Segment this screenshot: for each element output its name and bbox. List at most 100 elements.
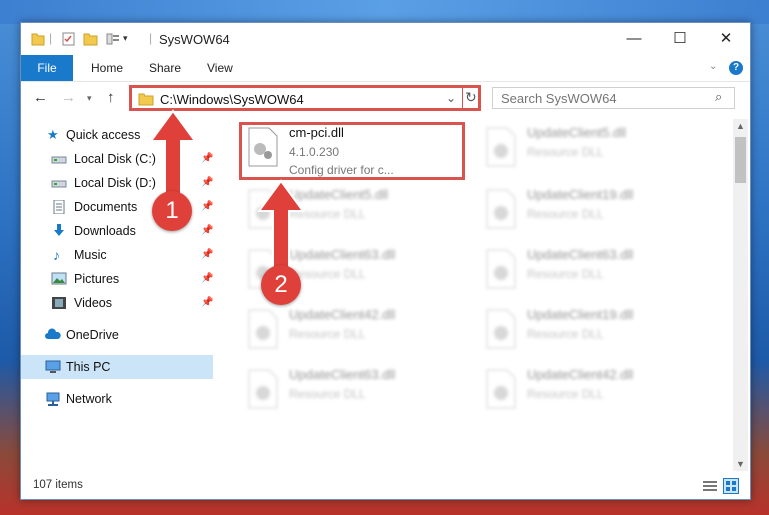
address-bar[interactable]: C:\Windows\SysWOW64 ⌄ ↻ bbox=[129, 85, 481, 111]
recent-locations-icon[interactable]: ▾ bbox=[87, 93, 92, 104]
sidebar-item-label: Documents bbox=[74, 200, 138, 214]
file-item[interactable]: UpdateClient42.dll Resource DLL bbox=[241, 305, 469, 361]
folder-icon bbox=[138, 93, 154, 106]
chevron-down-icon[interactable]: ▾ bbox=[123, 33, 128, 49]
file-item[interactable]: UpdateClient63.dll Resource DLL bbox=[241, 365, 469, 421]
cloud-icon bbox=[45, 328, 61, 339]
sidebar-item-label: Local Disk (D:) bbox=[74, 176, 156, 190]
highlight-box bbox=[239, 122, 465, 180]
sidebar-item-label: Downloads bbox=[74, 224, 136, 238]
back-arrow-icon[interactable]: ← bbox=[33, 89, 48, 106]
sidebar-item-label: Videos bbox=[74, 296, 112, 310]
file-type: Resource DLL bbox=[289, 327, 366, 341]
pictures-icon bbox=[51, 272, 67, 285]
file-item[interactable]: UpdateClient5.dll Resource DLL bbox=[479, 123, 707, 179]
video-icon bbox=[52, 297, 66, 309]
dll-file-icon bbox=[486, 369, 516, 409]
navigation-bar: ← → ▾ ↑ C:\Windows\SysWOW64 ⌄ ↻ ⌕ bbox=[21, 82, 750, 116]
sidebar-item-videos[interactable]: Videos 📌 bbox=[21, 291, 213, 315]
search-input[interactable] bbox=[492, 87, 735, 109]
separator: | bbox=[149, 31, 153, 45]
details-view-icon[interactable] bbox=[703, 480, 717, 492]
sidebar-item-label: OneDrive bbox=[66, 328, 119, 342]
step-marker-2: 2 bbox=[261, 265, 301, 305]
sidebar-item-label: Music bbox=[74, 248, 107, 262]
explorer-window: | ▾ | SysWOW64 — ☐ ✕ File Home Share Vie… bbox=[20, 22, 751, 500]
pin-icon[interactable]: 📌 bbox=[201, 171, 213, 195]
properties-icon[interactable] bbox=[61, 31, 77, 47]
file-item[interactable]: UpdateClient42.dll Resource DLL bbox=[479, 365, 707, 421]
dll-file-icon bbox=[486, 127, 516, 167]
sidebar-item-label: This PC bbox=[66, 360, 111, 374]
scroll-down-icon[interactable]: ▼ bbox=[736, 459, 745, 469]
download-icon bbox=[54, 224, 64, 236]
refresh-icon[interactable]: ↻ bbox=[465, 89, 477, 106]
file-name: UpdateClient42.dll bbox=[289, 307, 396, 322]
pin-icon[interactable]: 📌 bbox=[201, 291, 213, 315]
dll-file-icon bbox=[486, 189, 516, 229]
pin-icon[interactable]: 📌 bbox=[201, 147, 213, 171]
tab-file[interactable]: File bbox=[21, 55, 73, 81]
dll-file-icon bbox=[248, 369, 278, 409]
sidebar-item-label: Pictures bbox=[74, 272, 120, 286]
help-icon[interactable]: ? bbox=[729, 61, 743, 75]
vertical-scrollbar[interactable]: ▲ ▼ bbox=[733, 119, 748, 471]
large-icons-view-icon[interactable] bbox=[723, 478, 739, 494]
window-title: SysWOW64 bbox=[159, 32, 230, 47]
document-icon bbox=[53, 200, 65, 214]
computer-icon bbox=[45, 360, 61, 373]
search-icon[interactable]: ⌕ bbox=[715, 89, 722, 105]
file-name: UpdateClient42.dll bbox=[527, 367, 634, 382]
expand-ribbon-icon[interactable]: ⌄ bbox=[709, 61, 717, 72]
minimize-button[interactable]: — bbox=[611, 23, 657, 55]
customize-toolbar-icon[interactable] bbox=[105, 31, 121, 47]
title-bar: | ▾ | SysWOW64 — ☐ ✕ bbox=[21, 23, 750, 55]
step-marker-1: 1 bbox=[152, 191, 192, 231]
file-type: Resource DLL bbox=[527, 267, 604, 281]
network-icon bbox=[46, 392, 60, 406]
status-bar: 107 items bbox=[21, 473, 750, 499]
file-item[interactable]: UpdateClient19.dll Resource DLL bbox=[479, 185, 707, 241]
address-path: C:\Windows\SysWOW64 bbox=[160, 92, 304, 107]
file-name: UpdateClient19.dll bbox=[527, 187, 634, 202]
ribbon-tabs: File Home Share View ⌄ ? bbox=[21, 55, 750, 82]
sidebar-item-label: Local Disk (C:) bbox=[74, 152, 156, 166]
tab-view[interactable]: View bbox=[207, 55, 233, 81]
chevron-down-icon[interactable]: ⌄ bbox=[446, 91, 456, 105]
file-type: Resource DLL bbox=[527, 145, 604, 159]
forward-arrow-icon[interactable]: → bbox=[61, 89, 76, 106]
dll-file-icon bbox=[486, 309, 516, 349]
maximize-button[interactable]: ☐ bbox=[657, 23, 703, 55]
pin-icon[interactable]: 📌 bbox=[201, 243, 213, 267]
star-icon: ★ bbox=[47, 127, 59, 142]
desktop-background bbox=[0, 0, 769, 24]
pin-icon[interactable]: 📌 bbox=[201, 195, 213, 219]
up-arrow-icon[interactable]: ↑ bbox=[107, 89, 115, 106]
drive-icon bbox=[51, 180, 67, 188]
item-count: 107 items bbox=[33, 479, 83, 491]
new-folder-icon[interactable] bbox=[83, 31, 99, 47]
pin-icon[interactable]: 📌 bbox=[201, 267, 213, 291]
music-icon: ♪ bbox=[53, 247, 60, 263]
file-name: UpdateClient5.dll bbox=[527, 125, 627, 140]
dll-file-icon bbox=[248, 309, 278, 349]
separator bbox=[462, 87, 463, 109]
file-item[interactable]: UpdateClient19.dll Resource DLL bbox=[479, 305, 707, 361]
sidebar-item-this-pc[interactable]: This PC bbox=[21, 355, 213, 379]
tab-share[interactable]: Share bbox=[149, 55, 181, 81]
sidebar-item-network[interactable]: Network bbox=[21, 387, 213, 411]
separator: | bbox=[49, 31, 53, 45]
file-type: Resource DLL bbox=[527, 387, 604, 401]
scroll-up-icon[interactable]: ▲ bbox=[736, 121, 745, 131]
sidebar-item-onedrive[interactable]: OneDrive bbox=[21, 323, 213, 347]
sidebar-item-pictures[interactable]: Pictures 📌 bbox=[21, 267, 213, 291]
sidebar-item-music[interactable]: ♪ Music 📌 bbox=[21, 243, 213, 267]
file-item[interactable]: UpdateClient63.dll Resource DLL bbox=[479, 245, 707, 301]
sidebar-item-label: Network bbox=[66, 392, 112, 406]
file-name: UpdateClient19.dll bbox=[527, 307, 634, 322]
scroll-thumb[interactable] bbox=[735, 137, 746, 183]
pin-icon[interactable]: 📌 bbox=[201, 219, 213, 243]
sidebar-item-label: Quick access bbox=[66, 128, 141, 142]
close-button[interactable]: ✕ bbox=[703, 23, 749, 55]
tab-home[interactable]: Home bbox=[91, 55, 123, 81]
